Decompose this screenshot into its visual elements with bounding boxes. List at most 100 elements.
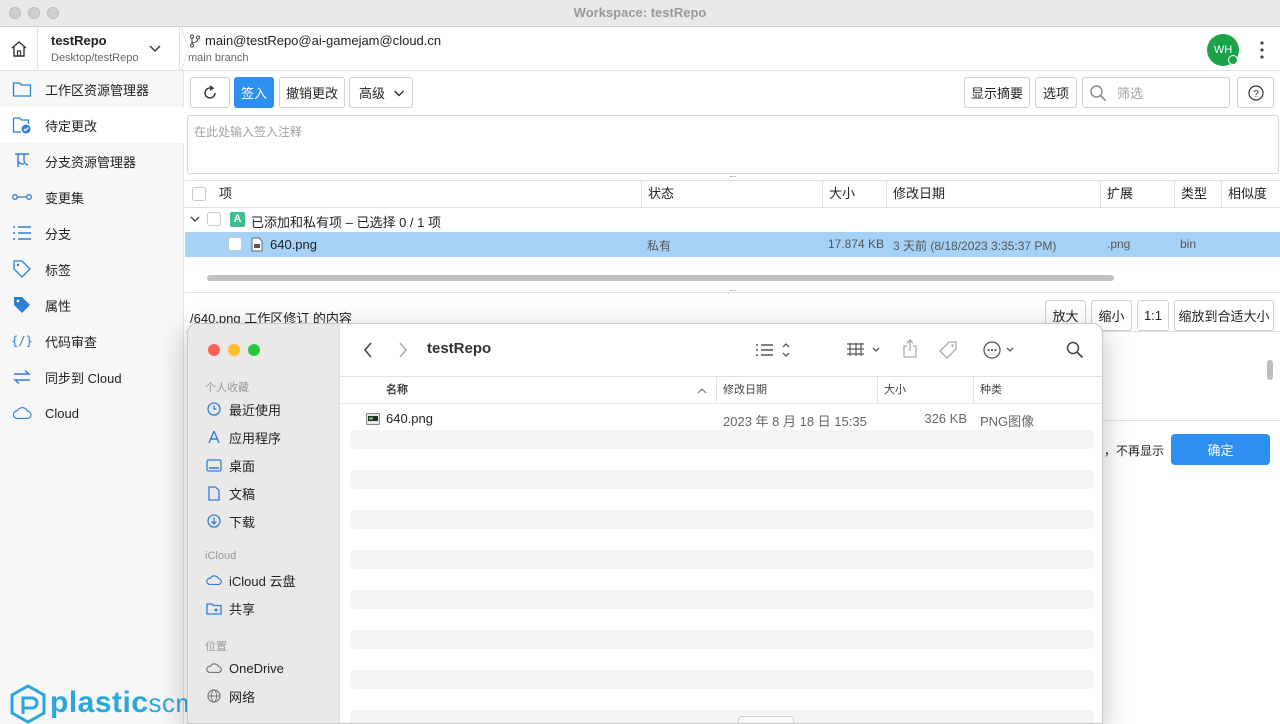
more-actions-icon[interactable] — [983, 340, 1019, 360]
more-options-icon[interactable] — [1258, 40, 1266, 60]
finder-file-name: 640.png — [386, 411, 433, 426]
column-header-similarity[interactable]: 相似度 — [1222, 181, 1280, 207]
sidebar-item-pending-changes[interactable]: 待定更改 — [0, 107, 184, 143]
finder-column-kind[interactable]: 种类 — [973, 377, 1102, 403]
finder-file-size: 326 KB — [924, 411, 967, 426]
confirm-button[interactable]: 确定 — [1171, 434, 1270, 465]
search-icon — [1090, 84, 1107, 101]
search-icon[interactable] — [1066, 341, 1084, 359]
finder-file-kind: PNG图像 — [980, 414, 1035, 429]
folder-icon — [12, 79, 32, 99]
empty-row — [350, 710, 1094, 723]
home-button[interactable] — [0, 27, 38, 71]
options-button[interactable]: 选项 — [1035, 77, 1077, 108]
repo-path: Desktop/testRepo — [51, 52, 139, 64]
advanced-dropdown[interactable]: 高级 — [349, 77, 413, 108]
finder-column-size[interactable]: 大小 — [877, 377, 973, 403]
group-grid-icon[interactable] — [846, 341, 882, 359]
sidebar-item-attributes[interactable]: 属性 — [0, 287, 184, 323]
horizontal-scrollbar[interactable] — [207, 275, 1114, 281]
plastic-logo: plasticscm — [50, 686, 198, 719]
finder-item-documents[interactable]: 文稿 — [206, 482, 255, 504]
sidebar-item-workspace-explorer[interactable]: 工作区资源管理器 — [0, 71, 184, 107]
section-favorites: 个人收藏 — [205, 382, 249, 394]
finder-content: testRepo 名称 修改日期 大小 种类 640.png 2023 年 8 … — [340, 324, 1102, 723]
help-icon: ? — [1247, 84, 1264, 101]
forward-chevron-icon[interactable] — [397, 341, 409, 359]
show-summary-button[interactable]: 显示摘要 — [964, 77, 1030, 108]
pending-changes-icon — [12, 115, 32, 135]
column-header-date[interactable]: 修改日期 — [887, 181, 1101, 207]
actual-size-button[interactable]: 1:1 — [1137, 300, 1169, 331]
close-window-button[interactable] — [9, 7, 21, 19]
finder-item-label: 共享 — [229, 601, 256, 617]
finder-item-recents[interactable]: 最近使用 — [206, 398, 281, 420]
sidebar-item-sync-cloud[interactable]: 同步到 Cloud — [0, 359, 184, 395]
checkin-comment-input[interactable]: 在此处输入签入注释 — [187, 115, 1279, 174]
share-icon[interactable] — [902, 339, 918, 359]
column-header-size[interactable]: 大小 — [823, 181, 887, 207]
select-all-checkbox[interactable] — [192, 187, 206, 201]
sort-ascending-icon — [697, 388, 707, 394]
vertical-scrollbar[interactable] — [1267, 360, 1273, 380]
finder-zoom-button[interactable] — [248, 344, 260, 356]
row-checkbox[interactable] — [228, 237, 242, 251]
tag-icon[interactable] — [938, 340, 958, 360]
finder-item-applications[interactable]: 应用程序 — [206, 426, 281, 448]
advanced-label: 高级 — [359, 86, 386, 101]
zoom-window-button[interactable] — [47, 7, 59, 19]
sidebar-item-changesets[interactable]: 变更集 — [0, 179, 184, 215]
onedrive-cloud-icon — [206, 660, 222, 676]
sidebar-item-code-review[interactable]: {/} 代码审查 — [0, 323, 184, 359]
finder-close-button[interactable] — [208, 344, 220, 356]
finder-column-date[interactable]: 修改日期 — [716, 377, 877, 403]
minimize-window-button[interactable] — [28, 7, 40, 19]
finder-item-shared[interactable]: 共享 — [206, 597, 255, 619]
filter-field[interactable]: 筛选 — [1082, 77, 1230, 108]
checkin-button[interactable]: 签入 — [234, 77, 274, 108]
shared-folder-icon — [206, 600, 222, 616]
window-title: Workspace: testRepo — [573, 5, 707, 20]
group-checkbox[interactable] — [207, 212, 221, 226]
list-view-icon[interactable] — [755, 341, 791, 359]
sidebar-item-cloud[interactable]: Cloud — [0, 395, 184, 431]
repo-selector[interactable]: testRepo Desktop/testRepo — [38, 27, 180, 71]
finder-item-downloads[interactable]: 下载 — [206, 510, 255, 532]
help-button[interactable]: ? — [1237, 77, 1274, 108]
refresh-button[interactable] — [190, 77, 230, 108]
splitter-handle[interactable] — [730, 176, 736, 179]
column-header-type[interactable]: 类型 — [1175, 181, 1222, 207]
branch-full-name[interactable]: main@testRepo@ai-gamejam@cloud.cn — [205, 33, 441, 48]
chevron-down-icon[interactable] — [189, 213, 201, 225]
finder-item-network[interactable]: 网络 — [206, 685, 255, 707]
resize-handle[interactable] — [738, 716, 794, 723]
finder-item-label: 下载 — [229, 514, 256, 530]
fit-to-size-button[interactable]: 缩放到合适大小 — [1174, 300, 1274, 331]
sidebar: 工作区资源管理器 待定更改 分支资源管理器 变更集 分支 标签 属性 {/} 代… — [0, 71, 184, 724]
empty-row — [350, 550, 1094, 569]
sidebar-item-branch-explorer[interactable]: 分支资源管理器 — [0, 143, 184, 179]
finder-column-name[interactable]: 名称 — [340, 377, 716, 403]
sidebar-item-label: 待定更改 — [45, 118, 98, 134]
dont-show-again-label[interactable]: ，不再显示 — [1104, 442, 1164, 459]
plastic-logo-icon — [10, 684, 46, 724]
finder-item-desktop[interactable]: 桌面 — [206, 454, 255, 476]
sidebar-item-labels[interactable]: 标签 — [0, 251, 184, 287]
avatar-initials: WH — [1213, 44, 1233, 56]
column-header-item[interactable]: 项 — [213, 181, 642, 207]
finder-item-icloud-drive[interactable]: iCloud 云盘 — [206, 569, 295, 591]
undo-changes-button[interactable]: 撤销更改 — [279, 77, 345, 108]
back-chevron-icon[interactable] — [362, 341, 374, 359]
row-status: 私有 — [647, 239, 672, 253]
finder-item-onedrive[interactable]: OneDrive — [206, 657, 284, 679]
splitter-handle[interactable] — [730, 290, 736, 293]
finder-minimize-button[interactable] — [228, 344, 240, 356]
finder-item-label: iCloud 云盘 — [229, 573, 296, 589]
column-header-extension[interactable]: 扩展 — [1101, 181, 1175, 207]
finder-sidebar: 个人收藏 最近使用 应用程序 桌面 文稿 下载 iCloud iCloud 云盘 — [188, 324, 340, 723]
download-icon — [206, 513, 222, 529]
avatar-status-badge — [1228, 55, 1238, 65]
column-header-status[interactable]: 状态 — [642, 181, 823, 207]
applications-icon — [206, 429, 222, 445]
sidebar-item-branches[interactable]: 分支 — [0, 215, 184, 251]
